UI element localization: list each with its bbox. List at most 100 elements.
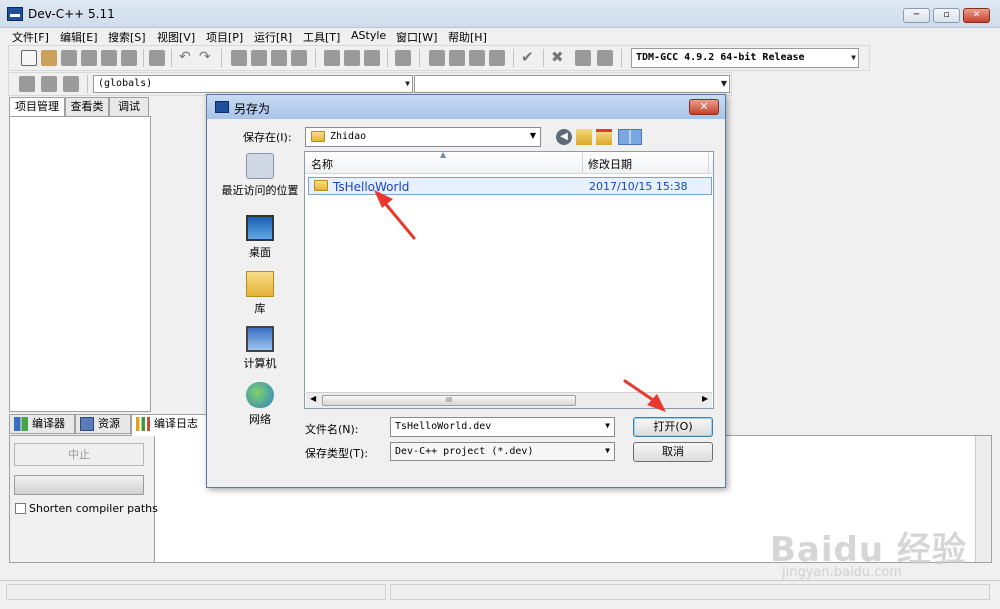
project-options-icon[interactable] — [364, 50, 380, 66]
profile-icon[interactable] — [597, 50, 613, 66]
filetype-label: 保存类型(T): — [305, 447, 369, 460]
scroll-left-icon[interactable]: ◀ — [310, 394, 316, 403]
tab-project-manager[interactable]: 项目管理 — [9, 97, 65, 117]
file-row-selected[interactable]: TsHelloWorld 2017/10/15 15:38 — [308, 177, 712, 195]
place-libraries-label: 库 — [254, 302, 266, 315]
place-computer[interactable]: 计算机 — [217, 326, 303, 371]
filename-input[interactable]: TsHelloWorld.dev ▼ — [390, 417, 615, 437]
file-list[interactable]: 名称 ▲ 修改日期 TsHelloWorld 2017/10/15 15:38 … — [304, 150, 714, 409]
column-separator[interactable] — [582, 152, 583, 174]
place-computer-label: 计算机 — [243, 357, 277, 370]
project-tree-panel[interactable] — [9, 116, 151, 412]
open-button[interactable]: 打开(O) — [633, 417, 713, 437]
place-libraries[interactable]: 库 — [217, 271, 303, 316]
compile-run-icon[interactable] — [469, 50, 485, 66]
stop-compile-button[interactable]: 中止 — [14, 443, 144, 466]
replace-icon[interactable] — [251, 50, 267, 66]
view-menu-icon[interactable] — [618, 129, 642, 145]
insert-icon[interactable] — [19, 76, 35, 92]
shorten-paths-checkbox[interactable] — [15, 503, 26, 514]
compile-log-scrollbar[interactable] — [975, 436, 991, 562]
menu-astyle[interactable]: AStyle — [351, 29, 386, 42]
new-folder-icon[interactable] — [596, 129, 612, 145]
menu-tools[interactable]: 工具[T] — [303, 29, 340, 45]
function-select[interactable]: ▼ — [414, 75, 730, 93]
menu-edit[interactable]: 编辑[E] — [60, 29, 98, 45]
stop-execution-icon[interactable]: ✖ — [551, 50, 567, 66]
filename-label: 文件名(N): — [305, 423, 359, 436]
tab-class-browser[interactable]: 查看类 — [65, 97, 109, 116]
open-file-icon[interactable] — [41, 50, 57, 66]
goto-bookmark-icon[interactable] — [63, 76, 79, 92]
find-next-icon[interactable] — [271, 50, 287, 66]
dialog-title: 另存为 — [234, 102, 271, 116]
undo-icon[interactable]: ↶ — [179, 50, 195, 66]
add-to-project-icon[interactable] — [324, 50, 340, 66]
check-syntax-icon[interactable]: ✔ — [521, 50, 537, 66]
tab-debug[interactable]: 调试 — [109, 97, 149, 116]
back-icon[interactable]: ◀ — [556, 129, 572, 145]
tab-resources[interactable]: 资源 — [75, 414, 131, 434]
column-date-modified[interactable]: 修改日期 — [588, 156, 632, 172]
close-file-icon[interactable] — [101, 50, 117, 66]
scope-select-value: (globals) — [98, 78, 153, 89]
tab-compiler-label: 编译器 — [32, 417, 65, 430]
menu-search[interactable]: 搜索[S] — [108, 29, 146, 45]
place-recent[interactable]: 最近访问的位置 — [217, 153, 303, 198]
goto-line-icon[interactable] — [291, 50, 307, 66]
toolbar-separator — [315, 49, 316, 67]
remove-from-project-icon[interactable] — [344, 50, 360, 66]
minimize-button[interactable]: ─ — [903, 8, 930, 23]
scope-select[interactable]: (globals) ▼ — [93, 75, 413, 93]
file-list-hscrollbar[interactable]: ◀ III ▶ — [306, 392, 712, 408]
filename-value: TsHelloWorld.dev — [395, 421, 492, 432]
filetype-select[interactable]: Dev-C++ project (*.dev) ▼ — [390, 442, 615, 461]
shield-icon[interactable] — [395, 50, 411, 66]
dialog-close-button[interactable]: ✕ — [689, 99, 719, 115]
tab-compile-log[interactable]: 编译日志 — [131, 414, 207, 436]
column-separator[interactable] — [708, 152, 709, 174]
up-folder-icon[interactable] — [576, 129, 592, 145]
compiler-select[interactable]: TDM-GCC 4.9.2 64-bit Release ▼ — [631, 48, 859, 68]
tab-compile-log-label: 编译日志 — [154, 417, 198, 430]
compiler-select-value: TDM-GCC 4.9.2 64-bit Release — [636, 52, 805, 63]
place-desktop[interactable]: 桌面 — [217, 215, 303, 260]
find-icon[interactable] — [231, 50, 247, 66]
save-in-value: Zhidao — [330, 131, 367, 142]
redo-icon[interactable]: ↷ — [199, 50, 215, 66]
save-in-select[interactable]: Zhidao ▼ — [305, 127, 541, 147]
resources-icon — [80, 417, 94, 431]
compile-icon[interactable] — [429, 50, 445, 66]
save-all-icon[interactable] — [81, 50, 97, 66]
toolbar-separator — [513, 49, 514, 67]
debug-icon[interactable] — [575, 50, 591, 66]
new-file-icon[interactable] — [21, 50, 37, 66]
close-window-button[interactable]: ✕ — [963, 8, 990, 23]
tab-compiler[interactable]: 编译器 — [9, 414, 75, 434]
menu-window[interactable]: 窗口[W] — [396, 29, 437, 45]
chevron-down-icon: ▼ — [605, 421, 610, 430]
menu-bar: 文件[F] 编辑[E] 搜索[S] 视图[V] 项目[P] 运行[R] 工具[T… — [0, 28, 1000, 45]
menu-help[interactable]: 帮助[H] — [448, 29, 487, 45]
shorten-paths-label: Shorten compiler paths — [29, 502, 158, 515]
maximize-button[interactable]: ▫ — [933, 8, 960, 23]
cancel-button[interactable]: 取消 — [633, 442, 713, 462]
print-icon[interactable] — [149, 50, 165, 66]
bar-chart-icon — [136, 417, 150, 431]
menu-view[interactable]: 视图[V] — [157, 29, 195, 45]
save-icon[interactable] — [61, 50, 77, 66]
menu-project[interactable]: 项目[P] — [206, 29, 243, 45]
file-date: 2017/10/15 15:38 — [589, 180, 688, 193]
scroll-right-icon[interactable]: ▶ — [702, 394, 708, 403]
menu-run[interactable]: 运行[R] — [254, 29, 292, 45]
bottom-panel-tabs: 编译器 资源 编译日志 — [9, 414, 209, 436]
hscroll-thumb[interactable]: III — [322, 395, 576, 406]
close-all-icon[interactable] — [121, 50, 137, 66]
place-network[interactable]: 网络 — [217, 382, 303, 427]
menu-file[interactable]: 文件[F] — [12, 29, 49, 45]
recent-places-icon — [246, 153, 274, 179]
rebuild-all-icon[interactable] — [489, 50, 505, 66]
toggle-bookmark-icon[interactable] — [41, 76, 57, 92]
run-icon[interactable] — [449, 50, 465, 66]
column-name[interactable]: 名称 — [311, 156, 333, 172]
